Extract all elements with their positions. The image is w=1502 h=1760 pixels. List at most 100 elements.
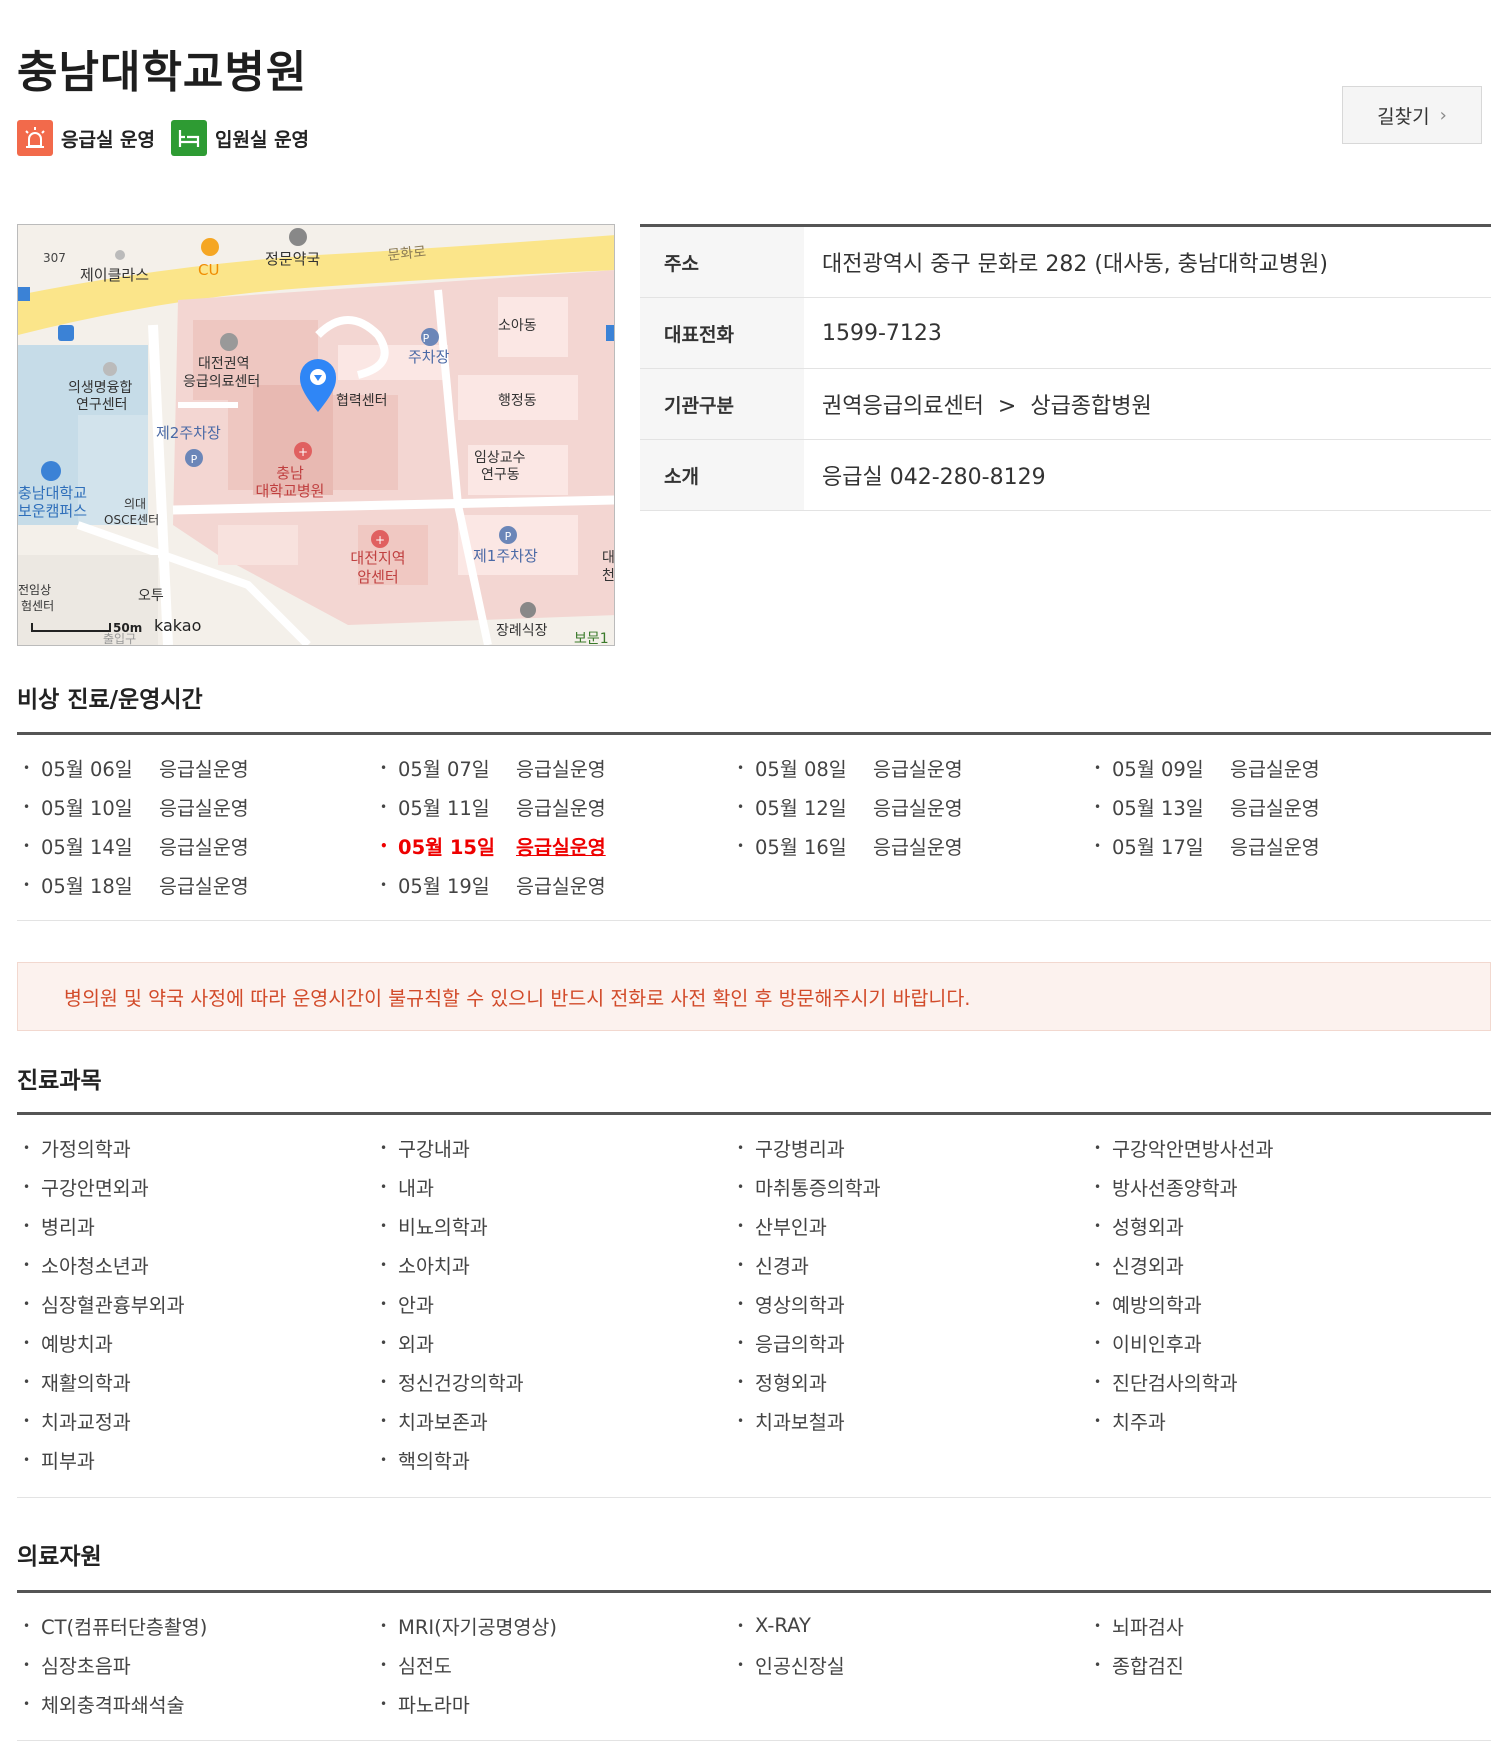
schedule-item: • 05월 06일 응급실운영: [17, 748, 374, 787]
map-label-cu: CU: [198, 261, 219, 279]
schedule-status: 응급실운영: [159, 836, 249, 859]
department-item: • 구강악안면방사선과: [1088, 1128, 1445, 1167]
schedule-item: • 05월 11일 응급실운영: [374, 787, 731, 826]
divider: [17, 1590, 1491, 1593]
schedule-status: 응급실운영: [516, 797, 606, 820]
department-item-label: 예방치과: [41, 1333, 113, 1356]
department-item: • 성형외과: [1088, 1206, 1445, 1245]
department-item: • 재활의학과: [17, 1362, 374, 1401]
map-label-admin: 행정동: [498, 393, 537, 409]
schedule-status: 응급실운영: [159, 797, 249, 820]
bullet-icon: •: [23, 760, 31, 775]
department-item-label: 치과보존과: [398, 1411, 488, 1434]
bullet-icon: •: [1094, 838, 1102, 853]
map-label-parking1: 제1주차장: [473, 547, 538, 565]
schedule-item-text: 05월 10일 응급실운영: [41, 792, 249, 821]
hospital-info-table: 주소 대전광역시 중구 문화로 282 (대사동, 충남대학교병원) 대표전화 …: [640, 224, 1491, 511]
bullet-icon: •: [23, 1140, 31, 1155]
notice-box: 병의원 및 약국 사정에 따라 운영시간이 불규칙할 수 있으니 반드시 전화로…: [17, 962, 1491, 1031]
department-item: • 신경외과: [1088, 1245, 1445, 1284]
department-item-label: 구강병리과: [755, 1138, 845, 1161]
map-label-emergency-center-1: 대전권역: [198, 356, 250, 372]
divider: [17, 732, 1491, 735]
schedule-date: 05월 07일: [398, 758, 490, 781]
department-item-label: 심장혈관흉부외과: [41, 1294, 185, 1317]
map-label-edge-1: 대: [602, 550, 615, 566]
map-label-osce-2: OSCE센터: [104, 513, 159, 527]
info-row-intro: 소개 응급실 042-280-8129: [640, 440, 1491, 511]
department-item: • 신경과: [731, 1245, 1088, 1284]
schedule-item: • 05월 07일 응급실운영: [374, 748, 731, 787]
department-item: • 소아청소년과: [17, 1245, 374, 1284]
schedule-date: 05월 12일: [755, 797, 847, 820]
schedule-status: 응급실운영: [1230, 836, 1320, 859]
bullet-icon: •: [380, 1618, 388, 1633]
department-item: • 핵의학과: [374, 1440, 731, 1479]
badge-inpatient-label: 입원실 운영: [215, 128, 310, 151]
resource-item-label: X-RAY: [755, 1614, 811, 1637]
bullet-icon: •: [1094, 1657, 1102, 1672]
bullet-icon: •: [23, 799, 31, 814]
bullet-icon: •: [737, 1335, 745, 1350]
bullet-icon: •: [1094, 1140, 1102, 1155]
schedule-item: • 05월 19일 응급실운영: [374, 865, 731, 904]
resource-item: • CT(컴퓨터단층촬영): [17, 1606, 374, 1645]
department-item-label: 안과: [398, 1294, 434, 1317]
svg-text:P: P: [423, 332, 430, 345]
bullet-icon: •: [1094, 1618, 1102, 1633]
map-label-parking: 주차장: [408, 348, 450, 366]
schedule-item-text: 05월 15일 응급실운영: [398, 831, 606, 860]
schedule-item: • 05월 09일 응급실운영: [1088, 748, 1445, 787]
info-value-category: 권역응급의료센터 > 상급종합병원: [822, 394, 1152, 419]
info-value-intro: 응급실 042-280-8129: [822, 465, 1046, 490]
department-item-label: 이비인후과: [1112, 1333, 1202, 1356]
department-item-label: 구강내과: [398, 1138, 470, 1161]
department-item: • 소아치과: [374, 1245, 731, 1284]
resource-item: • 심장초음파: [17, 1645, 374, 1684]
schedule-date: 05월 11일: [398, 797, 490, 820]
schedule-date: 05월 17일: [1112, 836, 1204, 859]
bullet-icon: •: [737, 1618, 745, 1633]
bullet-icon: •: [23, 1413, 31, 1428]
bullet-icon: •: [23, 1335, 31, 1350]
department-item-label: 내과: [398, 1177, 434, 1200]
bullet-icon: •: [737, 838, 745, 853]
location-map[interactable]: 307 제이클라스 CU 정문약국 문화로 소아동 P 주차장 대전권역 응급의…: [17, 224, 615, 646]
route-button-label: 길찾기: [1377, 105, 1430, 128]
bullet-icon: •: [380, 1452, 388, 1467]
schedule-item-text: 05월 08일 응급실운영: [755, 753, 963, 782]
department-item-label: 치과교정과: [41, 1411, 131, 1434]
bullet-icon: •: [1094, 799, 1102, 814]
map-label-hospital-1: 충남: [276, 464, 304, 482]
status-badges: 응급실 운영 입원실 운영: [17, 120, 325, 156]
map-label-clinical-1: 임상교수: [474, 450, 526, 466]
schedule-status: 응급실운영: [516, 875, 606, 898]
schedule-status: 응급실운영: [873, 836, 963, 859]
resource-item: • 체외충격파쇄석술: [17, 1684, 374, 1723]
map-label-biomed-2: 연구센터: [76, 397, 128, 413]
schedule-item: • 05월 18일 응급실운영: [17, 865, 374, 904]
schedule-item-text: 05월 18일 응급실운영: [41, 870, 249, 899]
info-value-phone[interactable]: 1599-7123: [804, 298, 1491, 368]
schedule-status: 응급실운영: [1230, 758, 1320, 781]
bullet-icon: •: [23, 1374, 31, 1389]
bullet-icon: •: [23, 838, 31, 853]
department-item-label: 성형외과: [1112, 1216, 1184, 1239]
resource-item-label: 심장초음파: [41, 1655, 131, 1678]
map-label-pharmacy: 정문약국: [265, 250, 320, 268]
department-item: • 치과보철과: [731, 1401, 1088, 1440]
bullet-icon: •: [737, 1257, 745, 1272]
department-item-label: 재활의학과: [41, 1372, 131, 1395]
department-item: • 가정의학과: [17, 1128, 374, 1167]
department-item: • 정형외과: [731, 1362, 1088, 1401]
map-label-clinical-2: 연구동: [481, 467, 520, 483]
department-item: • 구강내과: [374, 1128, 731, 1167]
route-button[interactable]: 길찾기 ›: [1342, 86, 1482, 144]
department-item-label: 정신건강의학과: [398, 1372, 524, 1395]
schedule-item-text: 05월 07일 응급실운영: [398, 753, 606, 782]
map-label-biomed-1: 의생명융합: [68, 380, 133, 396]
department-item: • 피부과: [17, 1440, 374, 1479]
department-item-label: 치주과: [1112, 1411, 1166, 1434]
bullet-icon: •: [380, 1657, 388, 1672]
department-item-label: 구강악안면방사선과: [1112, 1138, 1274, 1161]
